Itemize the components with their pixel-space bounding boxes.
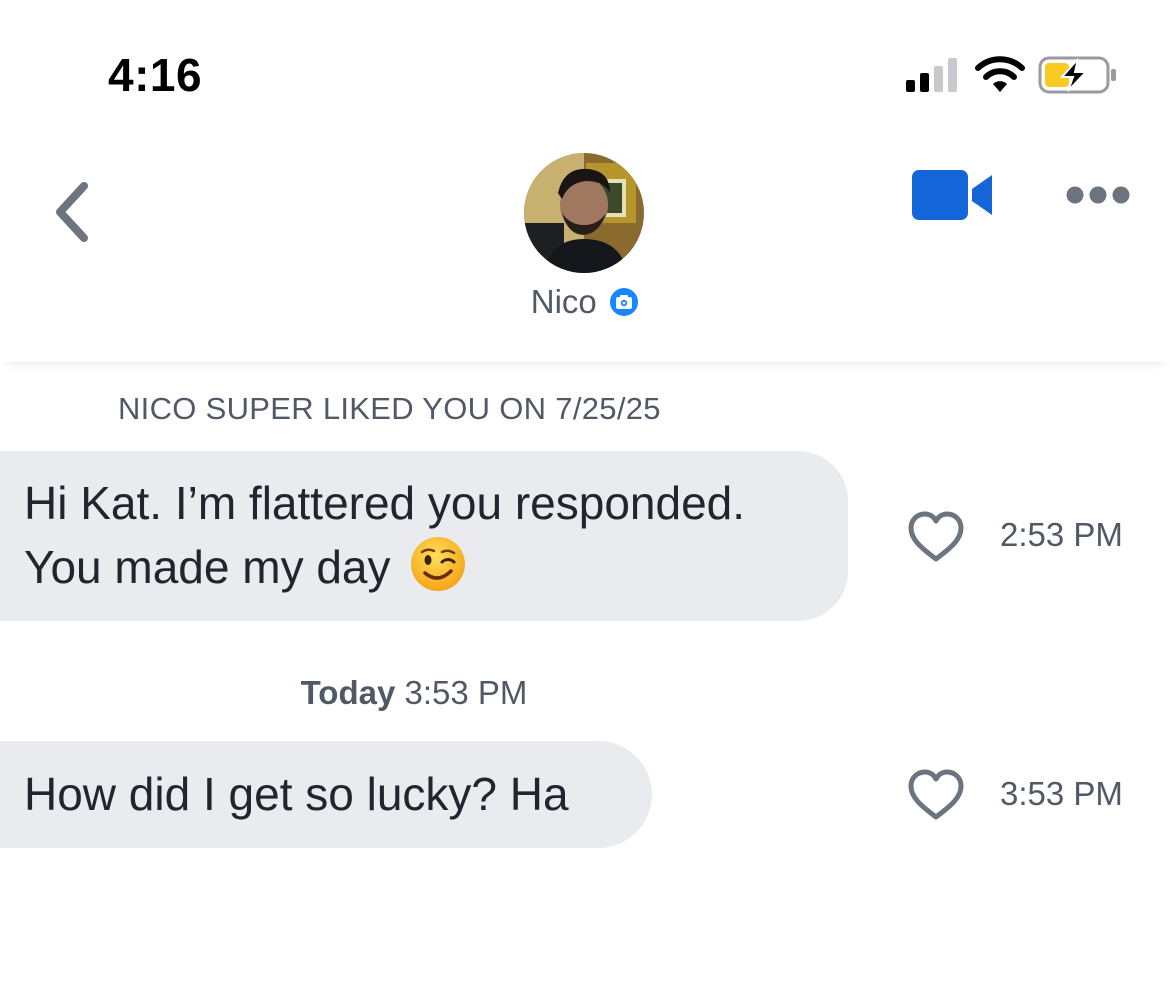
like-heart-icon[interactable] [906, 509, 966, 565]
status-time: 4:16 [108, 49, 203, 101]
winking-face-emoji [411, 537, 466, 591]
contact-name: Nico [530, 283, 597, 320]
back-chevron-icon[interactable] [46, 176, 100, 248]
separator-day: Today [300, 674, 396, 711]
camera-badge-icon [610, 288, 639, 316]
battery-charging-icon [1038, 56, 1116, 94]
profile-photo [524, 153, 644, 273]
message-bubble[interactable]: How did I get so lucky? Ha [0, 741, 652, 848]
cellular-signal-icon [906, 58, 957, 92]
super-like-notice: NICO SUPER LIKED YOU ON 7/25/25 [118, 391, 661, 426]
contact-name-row[interactable]: Nico [0, 283, 1170, 321]
video-call-icon[interactable] [912, 169, 996, 221]
message-text-line: Hi Kat. I’m flattered you responded. [24, 477, 746, 529]
message-time: 3:53 PM [1000, 775, 1123, 812]
message-time: 2:53 PM [1000, 516, 1123, 553]
message-text: How did I get so lucky? Ha [24, 768, 569, 820]
like-heart-icon[interactable] [906, 767, 966, 823]
message-text-line: You made my day [24, 535, 808, 599]
wifi-icon [975, 56, 1025, 92]
message-bubble[interactable]: Hi Kat. I’m flattered you responded. You… [0, 451, 848, 621]
date-separator: Today 3:53 PM [0, 674, 828, 712]
avatar[interactable] [524, 153, 644, 273]
more-options-icon[interactable] [1064, 184, 1132, 206]
separator-time: 3:53 PM [404, 674, 528, 711]
message-text-line2: You made my day [24, 541, 391, 593]
